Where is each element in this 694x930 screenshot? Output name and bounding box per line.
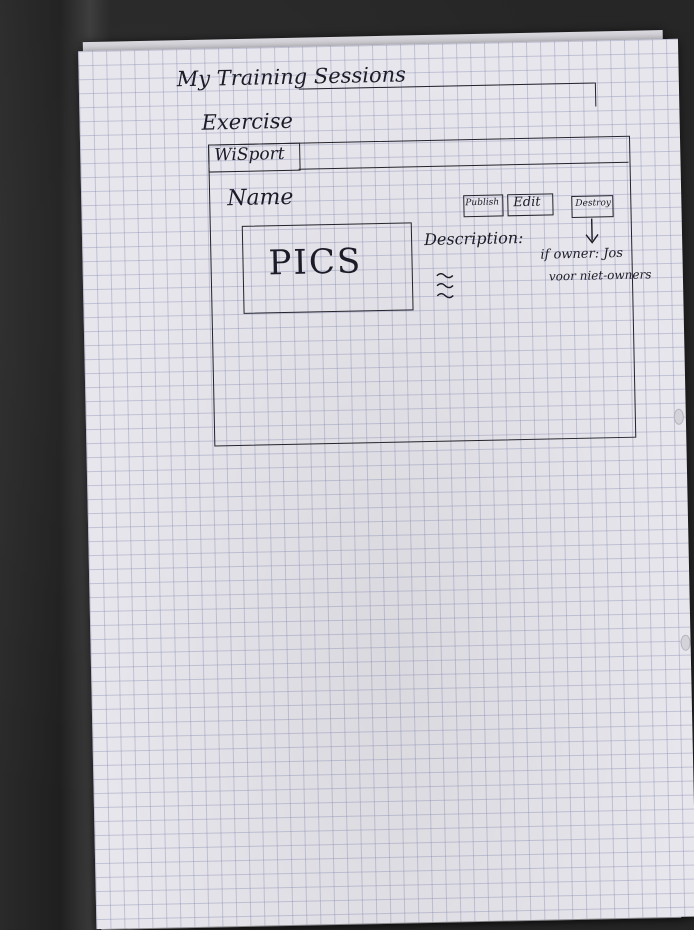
sketch-name-label: Name: [226, 184, 294, 212]
graph-paper-sheet: My Training Sessions Exercise WiSport Na…: [78, 38, 694, 930]
sketch-publish-label: Publish: [465, 197, 500, 209]
title-tick: [594, 82, 597, 107]
sketch-note-non-owner: voor niet-owners: [548, 267, 652, 284]
binder-hole: [680, 634, 691, 651]
sketch-edit-label: Edit: [513, 194, 541, 211]
sketch-app-name: WiSport: [214, 143, 285, 166]
sketch-destroy-label: Destroy: [575, 198, 612, 209]
sketch-section-heading: Exercise: [201, 108, 294, 135]
sketch-description-squiggles: [436, 273, 454, 299]
sketch-pics-label: PICS: [268, 241, 363, 284]
sketch-note-owner: if owner: Jos: [540, 245, 624, 263]
sketch-down-arrow: [585, 218, 599, 244]
binder-hole: [673, 408, 685, 425]
sketch-description-label: Description:: [423, 227, 524, 250]
